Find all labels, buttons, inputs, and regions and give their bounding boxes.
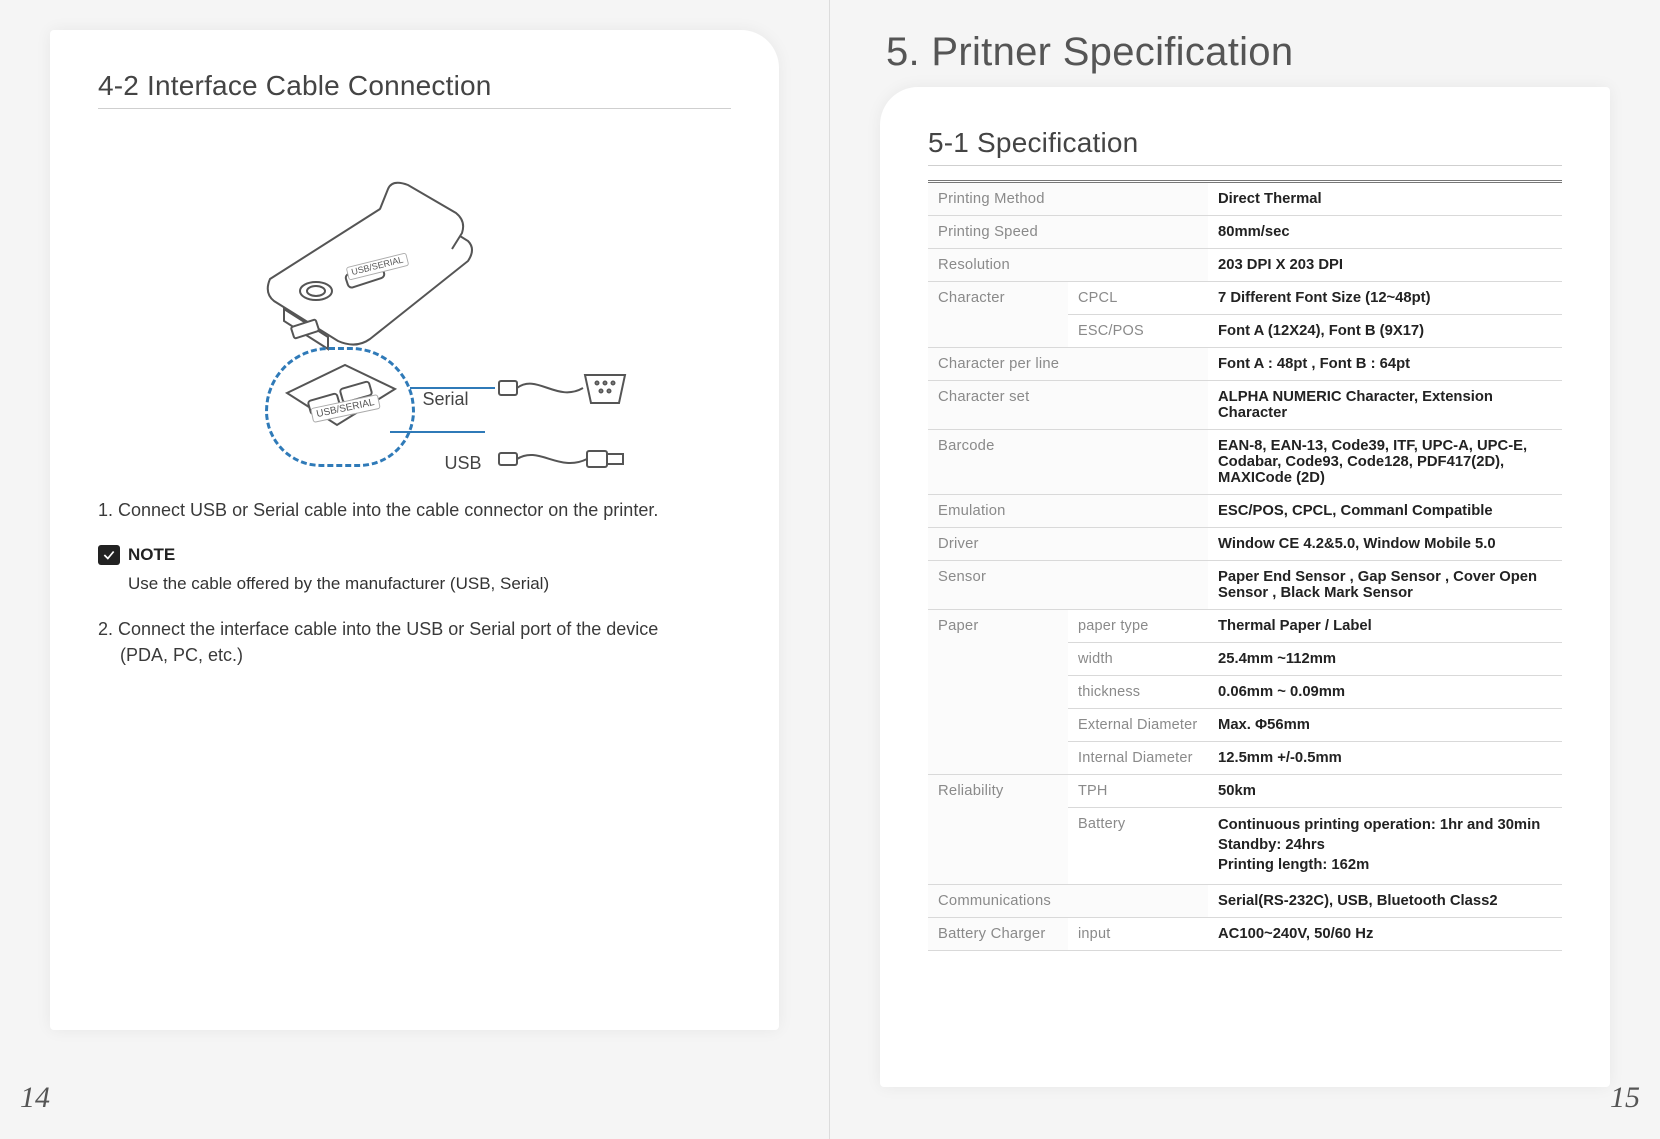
label-paper: Paper [928,610,1068,775]
step-2: 2. Connect the interface cable into the … [98,616,731,668]
note-heading: NOTE [128,543,175,568]
battery-line-3: Printing length: 162m [1218,856,1552,876]
chapter-title-5: 5. Pritner Specification [886,30,1610,75]
battery-line-1: Continuous printing operation: 1hr and 3… [1218,816,1552,836]
label-paper-type: paper type [1068,610,1208,643]
label-reliability-tph: TPH [1068,775,1208,808]
row-character-cpcl: Character CPCL 7 Different Font Size (12… [928,282,1562,315]
value-sensor: Paper End Sensor , Gap Sensor , Cover Op… [1208,561,1562,610]
label-paper-ext-dia: External Diameter [1068,709,1208,742]
page-15: 5. Pritner Specification 5-1 Specificati… [830,0,1660,1139]
row-printing-speed: Printing Speed 80mm/sec [928,216,1562,249]
value-printing-method: Direct Thermal [1208,182,1562,216]
value-barcode: EAN-8, EAN-13, Code39, ITF, UPC-A, UPC-E… [1208,430,1562,495]
note-heading-row: NOTE [98,543,731,568]
printer-illustration [230,149,490,359]
label-emulation: Emulation [928,495,1208,528]
label-printing-speed: Printing Speed [928,216,1208,249]
step-2-line-2: (PDA, PC, etc.) [98,642,731,668]
page-number-14: 14 [20,1081,50,1115]
label-communications: Communications [928,884,1208,917]
steps: 1. Connect USB or Serial cable into the … [98,497,731,669]
value-character-escpos: Font A (12X24), Font B (9X17) [1208,315,1562,348]
label-reliability-battery: Battery [1068,808,1208,885]
value-communications: Serial(RS-232C), USB, Bluetooth Class2 [1208,884,1562,917]
value-printing-speed: 80mm/sec [1208,216,1562,249]
value-paper-int-dia: 12.5mm +/-0.5mm [1208,742,1562,775]
row-sensor: Sensor Paper End Sensor , Gap Sensor , C… [928,561,1562,610]
value-character-set: ALPHA NUMERIC Character, Extension Chara… [1208,381,1562,430]
value-driver: Window CE 4.2&5.0, Window Mobile 5.0 [1208,528,1562,561]
serial-cable-icon [497,367,627,411]
row-char-per-line: Character per line Font A : 48pt , Font … [928,348,1562,381]
value-paper-type: Thermal Paper / Label [1208,610,1562,643]
label-driver: Driver [928,528,1208,561]
row-printing-method: Printing Method Direct Thermal [928,182,1562,216]
value-paper-width: 25.4mm ~112mm [1208,643,1562,676]
row-character-set: Character set ALPHA NUMERIC Character, E… [928,381,1562,430]
value-reliability-battery: Continuous printing operation: 1hr and 3… [1208,808,1562,885]
row-communications: Communications Serial(RS-232C), USB, Blu… [928,884,1562,917]
row-paper-type: Paper paper type Thermal Paper / Label [928,610,1562,643]
row-driver: Driver Window CE 4.2&5.0, Window Mobile … [928,528,1562,561]
battery-line-2: Standby: 24hrs [1218,836,1552,856]
label-charger-input: input [1068,917,1208,950]
label-character: Character [928,282,1068,348]
label-character-escpos: ESC/POS [1068,315,1208,348]
note-check-icon [98,545,120,565]
row-resolution: Resolution 203 DPI X 203 DPI [928,249,1562,282]
row-reliability-tph: Reliability TPH 50km [928,775,1562,808]
label-serial: Serial [423,389,469,410]
spec-table: Printing Method Direct Thermal Printing … [928,180,1562,951]
label-resolution: Resolution [928,249,1208,282]
usb-cable-icon [497,441,627,477]
cable-illustration: USB/SERIAL USB/SERIAL Serial USB [195,139,635,469]
row-charger-input: Battery Charger input AC100~240V, 50/60 … [928,917,1562,950]
section-title-5-1: 5-1 Specification [928,127,1562,166]
manual-spread: 4-2 Interface Cable Connection USB/SERIA… [0,0,1660,1139]
value-paper-thickness: 0.06mm ~ 0.09mm [1208,676,1562,709]
page-14: 4-2 Interface Cable Connection USB/SERIA… [0,0,830,1139]
note-body: Use the cable offered by the manufacture… [128,572,731,597]
value-charger-input: AC100~240V, 50/60 Hz [1208,917,1562,950]
panel-left: 4-2 Interface Cable Connection USB/SERIA… [50,30,779,1030]
value-resolution: 203 DPI X 203 DPI [1208,249,1562,282]
label-character-cpcl: CPCL [1068,282,1208,315]
label-char-per-line: Character per line [928,348,1208,381]
value-paper-ext-dia: Max. Φ56mm [1208,709,1562,742]
lead-line-usb [390,431,485,433]
label-usb: USB [445,453,482,474]
row-emulation: Emulation ESC/POS, CPCL, Commanl Compati… [928,495,1562,528]
label-character-set: Character set [928,381,1208,430]
page-number-15: 15 [1610,1081,1640,1115]
note-block: NOTE Use the cable offered by the manufa… [98,543,731,596]
step-1: 1. Connect USB or Serial cable into the … [98,497,731,523]
value-char-per-line: Font A : 48pt , Font B : 64pt [1208,348,1562,381]
value-emulation: ESC/POS, CPCL, Commanl Compatible [1208,495,1562,528]
row-barcode: Barcode EAN-8, EAN-13, Code39, ITF, UPC-… [928,430,1562,495]
value-reliability-tph: 50km [1208,775,1562,808]
label-charger: Battery Charger [928,917,1068,950]
label-paper-width: width [1068,643,1208,676]
label-reliability: Reliability [928,775,1068,885]
panel-right: 5-1 Specification Printing Method Direct… [880,87,1610,1087]
label-paper-int-dia: Internal Diameter [1068,742,1208,775]
value-character-cpcl: 7 Different Font Size (12~48pt) [1208,282,1562,315]
label-printing-method: Printing Method [928,182,1208,216]
label-paper-thickness: thickness [1068,676,1208,709]
label-barcode: Barcode [928,430,1208,495]
label-sensor: Sensor [928,561,1208,610]
section-title-4-2: 4-2 Interface Cable Connection [98,70,731,109]
step-2-line-1: 2. Connect the interface cable into the … [98,619,658,639]
